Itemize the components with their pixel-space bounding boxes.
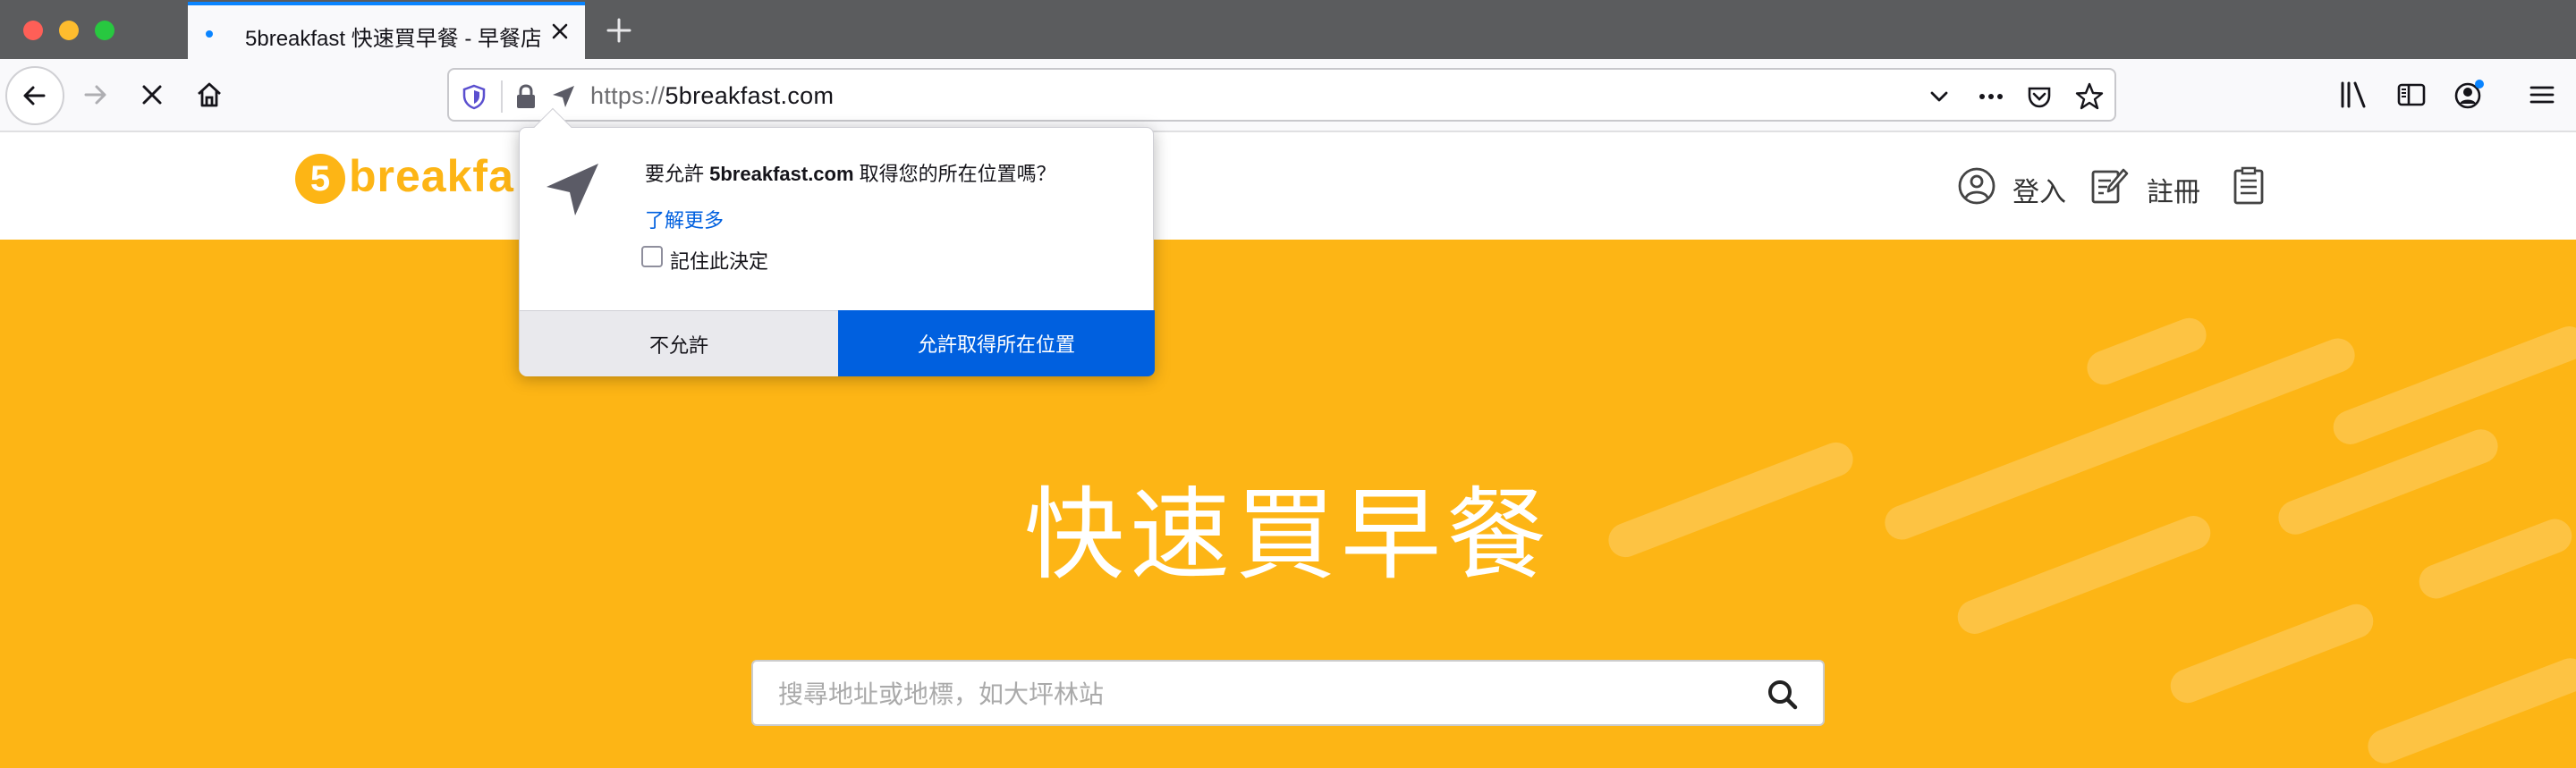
address-search-box (751, 660, 1825, 726)
user-icon[interactable] (1955, 165, 1998, 207)
back-button[interactable] (5, 66, 64, 125)
window-close-button[interactable] (23, 21, 43, 40)
url-bar-separator (501, 80, 503, 113)
active-tab[interactable]: 5breakfast 快速買早餐 - 早餐店 (188, 2, 585, 59)
new-tab-icon[interactable] (601, 13, 637, 48)
page-actions-more-icon[interactable] (1975, 80, 2007, 113)
url-bar[interactable]: https://5breakfast.com (447, 68, 2116, 122)
chevron-down-icon[interactable] (1923, 80, 1955, 113)
remember-decision-label[interactable]: 記住此決定 (670, 246, 768, 274)
location-permission-popup: 要允許 5breakfast.com 取得您的所在位置嗎？ 了解更多 記住此決定… (519, 107, 1155, 376)
home-button[interactable] (181, 66, 238, 123)
tracking-protection-shield-icon[interactable] (458, 80, 490, 113)
decorative-stripe (2328, 321, 2576, 450)
decorative-stripe (2362, 653, 2576, 768)
forward-button[interactable] (66, 66, 123, 123)
library-button[interactable] (2326, 66, 2383, 123)
window-zoom-button[interactable] (95, 21, 114, 40)
tab-close-icon[interactable] (546, 17, 574, 46)
order-list-icon[interactable] (2227, 165, 2270, 207)
deny-button[interactable]: 不允許 (520, 310, 838, 376)
home-icon (198, 82, 221, 107)
account-icon (2454, 80, 2484, 109)
hero-title: 快速買早餐 (1024, 479, 1552, 591)
permission-message: 要允許 5breakfast.com 取得您的所在位置嗎？ (645, 163, 1056, 185)
sidebar-icon (2397, 83, 2426, 106)
register-link[interactable]: 註冊 (2147, 170, 2200, 209)
forward-arrow-icon (84, 85, 106, 105)
logo-wordmark[interactable]: breakfa (349, 150, 514, 202)
login-link[interactable]: 登入 (2012, 170, 2066, 209)
navigation-bar: https://5breakfast.com (0, 59, 2576, 132)
back-arrow-icon (23, 86, 46, 105)
decorative-stripe (2165, 599, 2378, 708)
address-search-input[interactable] (776, 678, 1724, 712)
search-icon[interactable] (1764, 676, 1801, 713)
pocket-icon[interactable] (2023, 80, 2055, 113)
url-text: https://5breakfast.com (590, 82, 835, 109)
remember-decision-checkbox[interactable] (641, 246, 663, 267)
register-pencil-icon[interactable] (2088, 165, 2131, 207)
library-icon (2341, 81, 2366, 108)
window-minimize-button[interactable] (59, 21, 79, 40)
account-button[interactable] (2440, 66, 2497, 123)
decorative-stripe (2081, 313, 2212, 390)
hamburger-menu-icon (2529, 86, 2555, 104)
tab-title: 5breakfast 快速買早餐 - 早餐店 (245, 27, 540, 51)
sidebar-button[interactable] (2383, 66, 2440, 123)
site-header: 5 breakfa 登入 註冊 (0, 132, 2576, 240)
learn-more-link[interactable]: 了解更多 (645, 205, 724, 233)
location-arrow-icon (547, 164, 598, 215)
bookmark-star-icon[interactable] (2073, 80, 2106, 113)
padlock-icon[interactable] (510, 80, 542, 113)
loading-indicator-icon (206, 30, 213, 38)
allow-location-button[interactable]: 允許取得所在位置 (838, 310, 1155, 376)
stop-button[interactable] (123, 66, 181, 123)
tab-strip: 5breakfast 快速買早餐 - 早餐店 (0, 0, 2576, 59)
menu-button[interactable] (2513, 66, 2571, 123)
stop-icon (142, 85, 162, 105)
logo-mark[interactable]: 5 (295, 154, 345, 204)
